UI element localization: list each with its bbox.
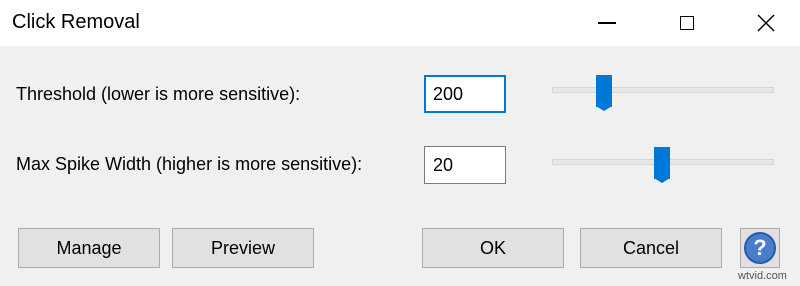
click-removal-dialog: Click Removal Threshold (lower is more s…: [0, 0, 800, 286]
help-button[interactable]: ?: [740, 228, 780, 268]
spike-width-label: Max Spike Width (higher is more sensitiv…: [16, 154, 363, 174]
minimize-icon: [598, 22, 616, 24]
watermark: wtvid.com: [738, 270, 787, 282]
close-icon: [757, 14, 775, 32]
threshold-label: Threshold (lower is more sensitive):: [16, 84, 301, 104]
threshold-slider-track: [552, 87, 774, 93]
maximize-button[interactable]: [653, 0, 721, 46]
minimize-button[interactable]: [573, 0, 641, 46]
close-button[interactable]: [732, 0, 800, 46]
manage-button[interactable]: Manage: [18, 228, 160, 268]
threshold-slider-thumb[interactable]: [596, 75, 612, 111]
spike-width-input[interactable]: [424, 146, 506, 184]
window-title: Click Removal: [12, 11, 140, 33]
help-icon: ?: [744, 232, 776, 264]
spike-width-slider[interactable]: [552, 144, 774, 183]
threshold-slider[interactable]: [552, 72, 774, 111]
spike-width-slider-thumb[interactable]: [654, 147, 670, 183]
cancel-button[interactable]: Cancel: [580, 228, 722, 268]
threshold-input[interactable]: [424, 75, 506, 113]
preview-button[interactable]: Preview: [172, 228, 314, 268]
ok-button[interactable]: OK: [422, 228, 564, 268]
title-bar: Click Removal: [0, 0, 800, 46]
maximize-icon: [680, 16, 694, 30]
